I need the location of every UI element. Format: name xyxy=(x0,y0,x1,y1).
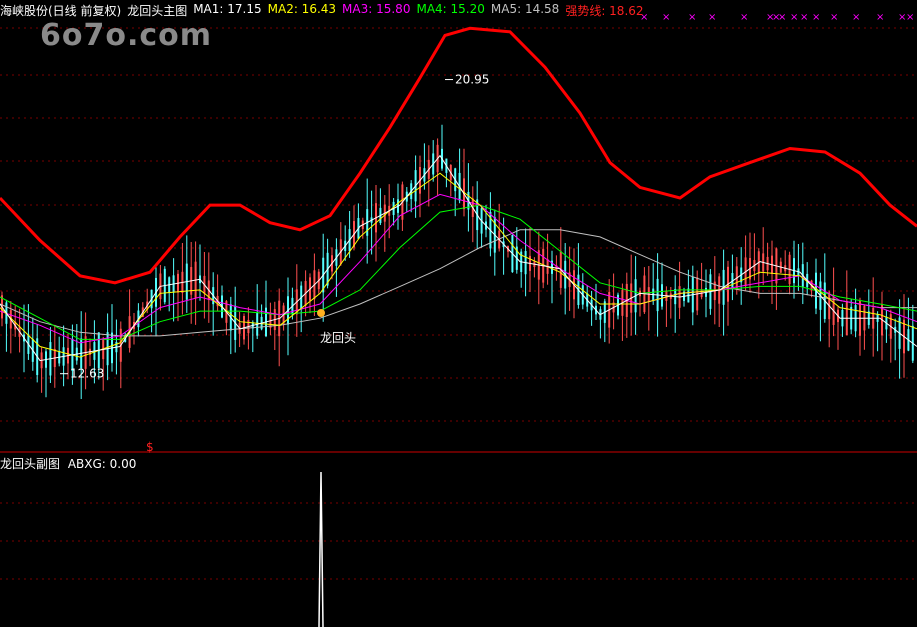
main-chart-header: 海峡股份(日线 前复权) 龙回头主图 MA1: 17.15 MA2: 16.43… xyxy=(0,2,650,18)
signal-x-mark: × xyxy=(778,12,786,23)
indicator-name[interactable]: 龙回头主图 xyxy=(127,2,187,18)
signal-x-mark: × xyxy=(790,12,798,23)
signal-x-mark: × xyxy=(662,12,670,23)
series-line-强势线 xyxy=(0,26,917,285)
ma2-value: MA2: 16.43 xyxy=(267,2,337,16)
signal-x-mark: × xyxy=(906,12,914,23)
signal-label: 龙回头 xyxy=(320,331,356,345)
chart-canvas: 20.9512.63龙回头$× × × × × ××× × × × × × × × × xyxy=(0,12,917,627)
ma5-value: MA5: 14.58 xyxy=(490,2,560,16)
signal-x-mark: × xyxy=(740,12,748,23)
signal-x-mark: × xyxy=(852,12,860,23)
ma4-value: MA4: 15.20 xyxy=(416,2,485,16)
ma1-value: MA1: 17.15 xyxy=(193,2,262,16)
signal-x-mark: × xyxy=(800,12,808,23)
signal-x-mark: × xyxy=(830,12,838,23)
low-price-label: 12.63 xyxy=(70,367,104,381)
abxg-value: ABXG: 0.00 xyxy=(67,457,137,471)
dollar-marker: $ xyxy=(146,440,154,454)
series-line-MA1 xyxy=(0,154,917,362)
signal-x-mark: × xyxy=(708,12,716,23)
strong-line-value: 强势线: 18.62 xyxy=(565,4,644,18)
signal-x-mark: × xyxy=(688,12,696,23)
series-line-MA2 xyxy=(0,172,917,358)
signal-x-mark: × xyxy=(812,12,820,23)
abxg-spike xyxy=(318,471,324,627)
watermark: 6o7o.com xyxy=(40,18,213,53)
sub-indicator-name[interactable]: 龙回头副图 xyxy=(0,457,60,471)
ma3-value: MA3: 15.80 xyxy=(342,2,411,16)
signal-x-mark: × xyxy=(876,12,884,23)
sub-chart-header: 龙回头副图 ABXG: 0.00 xyxy=(0,455,136,472)
hand-pointer-icon xyxy=(317,309,325,317)
stock-title[interactable]: 海峡股份(日线 前复权) xyxy=(0,2,121,18)
high-price-label: 20.95 xyxy=(455,73,489,87)
